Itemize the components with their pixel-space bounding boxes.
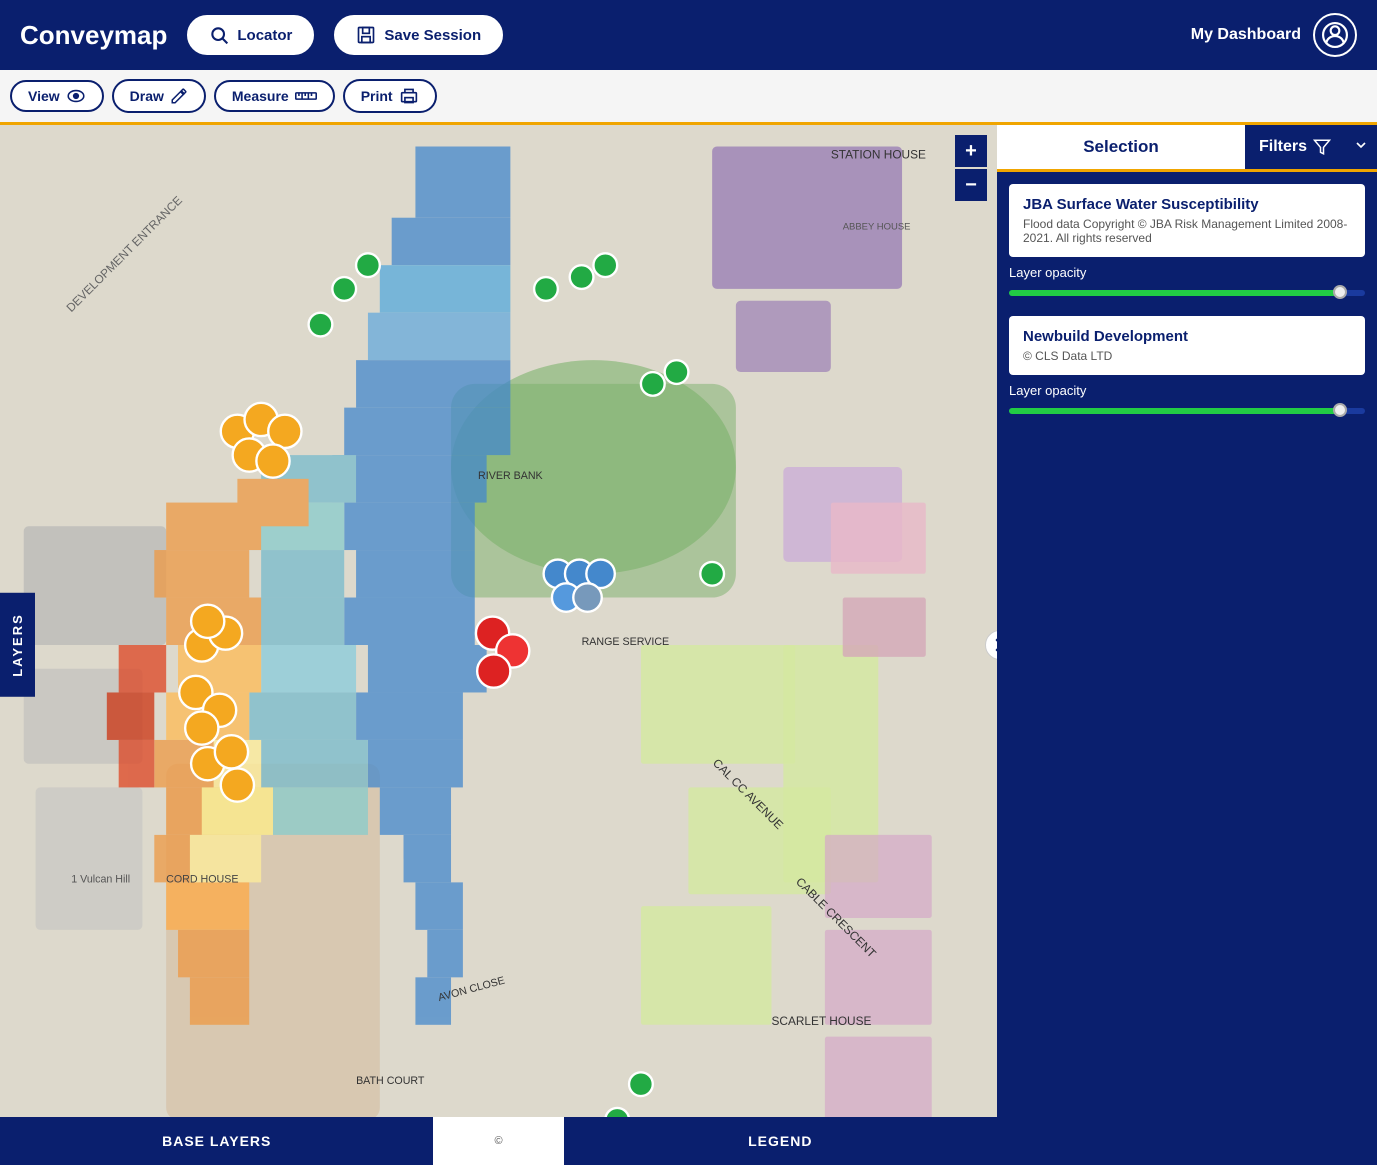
toolbar: View Draw Measure Print	[0, 70, 1377, 125]
svg-text:RANGE SERVICE: RANGE SERVICE	[582, 636, 670, 648]
print-button[interactable]: Print	[343, 79, 437, 113]
measure-button[interactable]: Measure	[214, 80, 335, 112]
layers-tab-container: LAYERS	[0, 593, 35, 697]
opacity-fill	[1009, 290, 1340, 296]
layer-1-subtitle: Flood data Copyright © JBA Risk Manageme…	[1023, 217, 1351, 245]
layer-card-2: Newbuild Development © CLS Data LTD Laye…	[1009, 316, 1365, 422]
filters-tab[interactable]: Filters	[1245, 126, 1345, 168]
zoom-out-button[interactable]: −	[955, 169, 987, 201]
base-layers-button[interactable]: BASE LAYERS	[0, 1117, 433, 1165]
zoom-in-button[interactable]: +	[955, 135, 987, 167]
opacity-thumb[interactable]	[1333, 285, 1347, 299]
avatar[interactable]	[1313, 13, 1357, 57]
layers-tab[interactable]: LAYERS	[0, 593, 35, 697]
view-button[interactable]: View	[10, 80, 104, 112]
svg-text:STATION HOUSE: STATION HOUSE	[831, 147, 926, 161]
pencil-icon	[170, 87, 188, 105]
svg-text:SCARLET HOUSE: SCARLET HOUSE	[771, 1014, 871, 1028]
layer-2-title: Newbuild Development	[1023, 328, 1351, 345]
layer-2-opacity-slider[interactable]	[1009, 402, 1365, 418]
svg-text:RIVER BANK: RIVER BANK	[478, 470, 543, 482]
main-container: DEVELOPMENT ENTRANCE RIVER BANK RANGE SE…	[0, 125, 1377, 1165]
brand-title: Conveymap	[20, 20, 167, 51]
save-session-button[interactable]: Save Session	[334, 15, 503, 55]
chevron-down-icon[interactable]	[1345, 128, 1377, 167]
filter-icon	[1313, 138, 1331, 156]
layer-card-1: JBA Surface Water Susceptibility Flood d…	[1009, 184, 1365, 304]
layer-1-opacity-label: Layer opacity	[1009, 265, 1365, 280]
print-icon	[399, 87, 419, 105]
dashboard-area: My Dashboard	[1191, 13, 1357, 57]
layer-2-opacity-label: Layer opacity	[1009, 383, 1365, 398]
selection-tab[interactable]: Selection	[997, 125, 1245, 169]
layer-2-card: Newbuild Development © CLS Data LTD	[1009, 316, 1365, 375]
draw-button[interactable]: Draw	[112, 79, 206, 113]
svg-text:CORD HOUSE: CORD HOUSE	[166, 873, 238, 885]
map-canvas: DEVELOPMENT ENTRANCE RIVER BANK RANGE SE…	[0, 125, 997, 1165]
layer-1-opacity-slider[interactable]	[1009, 284, 1365, 300]
layer-1-card: JBA Surface Water Susceptibility Flood d…	[1009, 184, 1365, 257]
panel-tabs: Selection Filters	[997, 125, 1377, 172]
opacity-thumb-2[interactable]	[1333, 403, 1347, 417]
copyright-area: ©	[433, 1117, 563, 1165]
layer-2-subtitle: © CLS Data LTD	[1023, 349, 1351, 363]
dashboard-label: My Dashboard	[1191, 26, 1301, 44]
save-icon	[356, 25, 376, 45]
map-bottom-bar: BASE LAYERS © LEGEND	[0, 1117, 997, 1165]
opacity-fill-2	[1009, 408, 1340, 414]
eye-icon	[66, 89, 86, 103]
legend-button[interactable]: LEGEND	[564, 1117, 997, 1165]
ruler-icon	[295, 89, 317, 103]
right-panel: Selection Filters JBA Surface Water Susc…	[997, 125, 1377, 1165]
layer-1-title: JBA Surface Water Susceptibility	[1023, 196, 1351, 213]
svg-text:1 Vulcan Hill: 1 Vulcan Hill	[71, 873, 130, 885]
search-icon	[209, 25, 229, 45]
locator-button[interactable]: Locator	[187, 15, 314, 55]
svg-text:BATH COURT: BATH COURT	[356, 1075, 425, 1087]
svg-text:ABBEY HOUSE: ABBEY HOUSE	[843, 222, 911, 233]
panel-content: JBA Surface Water Susceptibility Flood d…	[997, 172, 1377, 434]
map-area[interactable]: DEVELOPMENT ENTRANCE RIVER BANK RANGE SE…	[0, 125, 997, 1165]
map-zoom-controls: + −	[955, 135, 987, 201]
header: Conveymap Locator Save Session My Dashbo…	[0, 0, 1377, 70]
